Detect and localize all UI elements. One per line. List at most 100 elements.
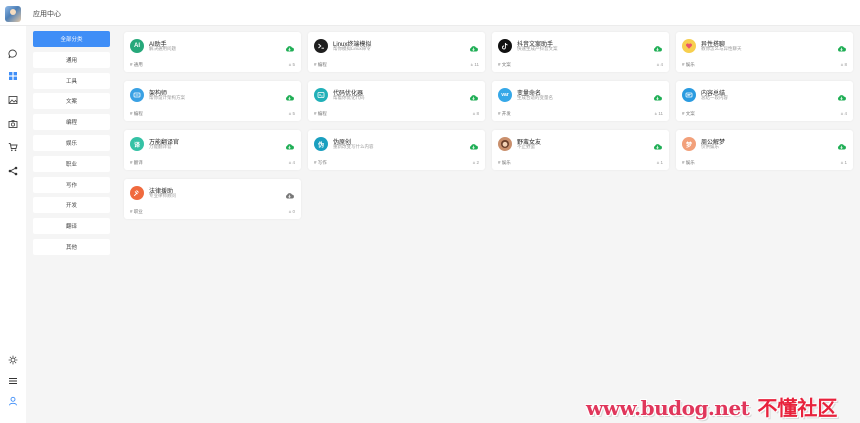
app-tag: # 翻译 <box>130 160 143 165</box>
translate-icon: 译 <box>130 137 144 151</box>
cloud-download-icon[interactable] <box>285 39 294 52</box>
camera-icon[interactable] <box>7 118 19 130</box>
cloud-download-icon[interactable] <box>837 88 846 101</box>
app-tag: # 开发 <box>498 111 511 116</box>
icon-rail <box>0 26 26 423</box>
terminal-icon <box>314 39 328 53</box>
category-item[interactable]: 全部分类 <box>33 31 110 47</box>
app-avatar-text: 译 <box>133 142 140 149</box>
app-tag: # 娱乐 <box>682 160 695 165</box>
app-description: 专业律师顾问 <box>149 193 176 198</box>
app-tag: # 编程 <box>130 111 143 116</box>
cloud-download-icon[interactable] <box>285 88 294 101</box>
top-bar: 应用中心 <box>0 0 860 26</box>
category-item[interactable]: 开发 <box>33 197 110 214</box>
app-download-count: ± 0 <box>288 209 295 214</box>
app-card[interactable]: 梦周公解梦 仅供娱乐 # 娱乐 ± 1 <box>676 130 853 170</box>
app-download-count: ± 4 <box>656 62 663 67</box>
architect-icon <box>130 88 144 102</box>
ai-icon: AI <box>130 39 144 53</box>
cloud-download-icon[interactable] <box>837 39 846 52</box>
category-item[interactable]: 文案 <box>33 93 110 110</box>
app-avatar-text: AI <box>134 43 140 49</box>
cart-icon[interactable] <box>7 141 19 153</box>
app-card[interactable]: 异性搭聊 教你怎么与异性聊天 # 娱乐 ± 8 <box>676 32 853 72</box>
app-card[interactable]: 抖音文案助手 快速生成产抖音文案 # 文案 ± 4 <box>492 32 669 72</box>
app-tag: # 编程 <box>314 62 327 67</box>
app-description: 解决通用问题 <box>149 46 176 51</box>
category-item[interactable]: 其他 <box>33 238 110 255</box>
cloud-download-icon[interactable] <box>469 88 478 101</box>
menu-icon[interactable] <box>7 375 19 387</box>
cloud-download-icon[interactable] <box>653 39 662 52</box>
app-tag: # 写作 <box>314 160 327 165</box>
app-description: 生成合适的变量名 <box>517 95 553 100</box>
category-item[interactable]: 写作 <box>33 176 110 193</box>
app-card[interactable]: 内容总结 总结一段内容 # 文案 ± 4 <box>676 81 853 121</box>
app-description: 教你怎么与异性聊天 <box>701 46 742 51</box>
app-download-count: ± 5 <box>288 111 295 116</box>
app-card[interactable]: 架构师 帮你设计架构方案 # 编程 ± 5 <box>124 81 301 121</box>
var-icon: var <box>498 88 512 102</box>
app-description: 总结一段内容 <box>701 95 728 100</box>
app-description: 帮你模拟Linux命令 <box>333 46 371 51</box>
app-card[interactable]: var 变量命名 生成合适的变量名 # 开发 ± 11 <box>492 81 669 121</box>
category-item[interactable]: 工具 <box>33 72 110 89</box>
app-description: 不止野蛮 <box>517 144 535 149</box>
app-card[interactable]: 译万能翻译官 万能翻译官 # 翻译 ± 4 <box>124 130 301 170</box>
category-item[interactable]: 娱乐 <box>33 134 110 151</box>
chat-icon[interactable] <box>7 48 19 60</box>
app-card[interactable]: 代码优化器 帮着你优化代码 # 编程 ± 8 <box>308 81 485 121</box>
watermark: www.budog.net 不懂社区 <box>586 392 837 420</box>
code-icon <box>314 88 328 102</box>
cloud-download-icon[interactable] <box>653 88 662 101</box>
app-tag: # 文案 <box>498 62 511 67</box>
page-title: 应用中心 <box>33 11 61 18</box>
app-description: 仅供娱乐 <box>701 144 719 149</box>
app-card[interactable]: 野蛮女友 不止野蛮 # 娱乐 ± 1 <box>492 130 669 170</box>
app-download-count: ± 5 <box>288 62 295 67</box>
watermark-url: www.budog.net <box>586 396 750 420</box>
user-avatar[interactable] <box>5 6 21 22</box>
category-list: 全部分类通用工具文案编程娱乐职业写作开发翻译其他 <box>33 31 110 260</box>
app-download-count: ± 1 <box>840 160 847 165</box>
app-download-count: ± 2 <box>472 160 479 165</box>
app-card[interactable]: 法律援助 专业律师顾问 # 职业 ± 0 <box>124 179 301 219</box>
category-item[interactable]: 翻译 <box>33 218 110 235</box>
app-download-count: ± 8 <box>840 62 847 67</box>
image-icon[interactable] <box>7 94 19 106</box>
app-tag: # 娱乐 <box>498 160 511 165</box>
app-description: 帮你设计架构方案 <box>149 95 185 100</box>
category-item[interactable]: 通用 <box>33 51 110 68</box>
app-description: 万能翻译官 <box>149 144 172 149</box>
share-icon[interactable] <box>7 165 19 177</box>
grid-icon[interactable] <box>7 70 19 82</box>
cloud-download-icon[interactable] <box>653 137 662 150</box>
law-icon <box>130 186 144 200</box>
heart-icon <box>682 39 696 53</box>
app-description: 快速生成产抖音文案 <box>517 46 558 51</box>
app-card[interactable]: AI AI助手 解决通用问题 # 通用 ± 5 <box>124 32 301 72</box>
category-item[interactable]: 职业 <box>33 155 110 172</box>
cloud-download-icon[interactable] <box>837 137 846 150</box>
cloud-download-icon[interactable] <box>285 137 294 150</box>
cloud-download-icon[interactable] <box>469 137 478 150</box>
watermark-name: 不懂社区 <box>757 396 838 420</box>
app-download-count: ± 4 <box>840 111 847 116</box>
theme-icon[interactable] <box>7 354 19 366</box>
app-card[interactable]: 伪伪原创 重新改变写什么内容 # 写作 ± 2 <box>308 130 485 170</box>
app-avatar-text: 伪 <box>317 142 324 149</box>
girlfriend-avatar <box>498 137 512 151</box>
cloud-download-icon[interactable] <box>285 186 294 199</box>
dream-icon: 梦 <box>682 137 696 151</box>
summary-icon <box>682 88 696 102</box>
user-icon[interactable] <box>7 395 19 407</box>
cloud-download-icon[interactable] <box>469 39 478 52</box>
app-avatar-text: var <box>501 92 509 98</box>
category-item[interactable]: 编程 <box>33 114 110 131</box>
app-card[interactable]: Linux终端模拟 帮你模拟Linux命令 # 编程 ± 11 <box>308 32 485 72</box>
app-tag: # 职业 <box>130 209 143 214</box>
app-download-count: ± 4 <box>288 160 295 165</box>
app-download-count: ± 11 <box>654 111 663 116</box>
app-avatar-text: 梦 <box>685 142 692 149</box>
